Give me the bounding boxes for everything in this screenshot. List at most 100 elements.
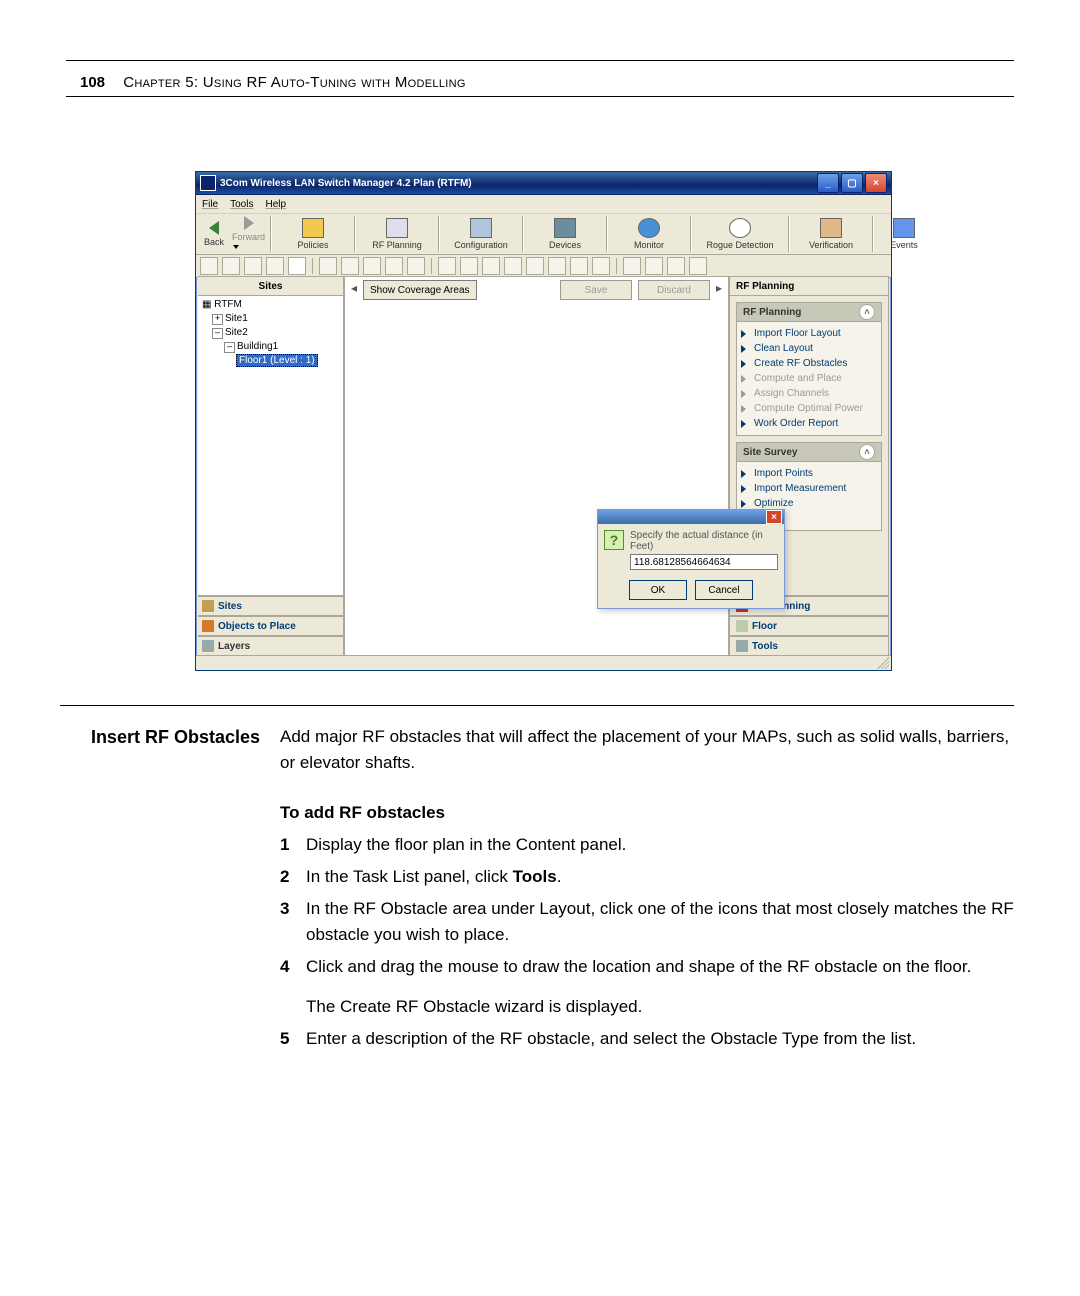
menu-tools[interactable]: Tools <box>230 199 253 210</box>
floor-icon <box>736 620 748 632</box>
toolbar-icon[interactable] <box>222 257 240 275</box>
splitter-handle-left[interactable]: ◂ <box>351 281 357 299</box>
step-5: Enter a description of the RF obstacle, … <box>280 1026 1014 1052</box>
task-import-floor-layout[interactable]: Import Floor Layout <box>741 326 877 341</box>
site-survey-section-header[interactable]: Site Survey ˄ <box>736 442 882 462</box>
distance-input[interactable] <box>630 554 778 570</box>
left-tab-sites[interactable]: Sites <box>198 596 344 616</box>
dialog-cancel-button[interactable]: Cancel <box>695 580 753 600</box>
toolbar-icon[interactable] <box>504 257 522 275</box>
nav-monitor[interactable]: Monitor <box>610 214 688 254</box>
triangle-icon <box>741 360 750 368</box>
left-tab-layers[interactable]: Layers <box>198 636 344 656</box>
subsection-heading: To add RF obstacles <box>280 800 1014 826</box>
dialog-label: Specify the actual distance (in Feet) <box>630 530 778 552</box>
task-import-measurement[interactable]: Import Measurement <box>741 481 877 496</box>
tree-node-site1[interactable]: +Site1 <box>200 312 341 326</box>
arrow-left-icon <box>206 221 222 235</box>
tree-node-site2[interactable]: –Site2 <box>200 326 341 340</box>
task-import-points[interactable]: Import Points <box>741 466 877 481</box>
toolbar-icon[interactable] <box>288 257 306 275</box>
toolbar-icon[interactable] <box>266 257 284 275</box>
resize-grip[interactable] <box>877 657 889 669</box>
dialog-ok-button[interactable]: OK <box>629 580 687 600</box>
toolbar-icon[interactable] <box>200 257 218 275</box>
toolbar-icon[interactable] <box>385 257 403 275</box>
discard-button: Discard <box>638 280 710 300</box>
left-pane: Sites ▦ RTFM +Site1 –Site2 –Building1 Fl… <box>198 276 345 656</box>
body-content: Insert RF Obstacles Add major RF obstacl… <box>60 705 1014 1052</box>
nav-rogue-label: Rogue Detection <box>706 240 773 250</box>
nav-policies[interactable]: Policies <box>274 214 352 254</box>
status-bar <box>196 655 891 670</box>
minimize-button[interactable]: _ <box>817 173 839 193</box>
nav-rf-planning[interactable]: RF Planning <box>358 214 436 254</box>
back-label: Back <box>204 237 224 247</box>
policies-icon <box>302 218 324 238</box>
nav-verification[interactable]: Verification <box>792 214 870 254</box>
page-number: 108 <box>80 74 105 91</box>
menu-help[interactable]: Help <box>265 199 286 210</box>
zoom-out-icon[interactable] <box>341 257 359 275</box>
nav-configuration[interactable]: Configuration <box>442 214 520 254</box>
section-heading: Insert RF Obstacles <box>60 724 260 1052</box>
toolbar-icon[interactable] <box>526 257 544 275</box>
toolbar-icon[interactable] <box>363 257 381 275</box>
dialog-close-button[interactable]: × <box>766 510 782 524</box>
task-list-header: RF Planning <box>729 276 889 296</box>
tree-node-root[interactable]: ▦ RTFM <box>200 298 341 312</box>
step-2: In the Task List panel, click Tools. <box>280 864 1014 890</box>
menu-file[interactable]: File <box>202 199 218 210</box>
splitter-handle-right[interactable]: ▸ <box>716 281 722 299</box>
chevron-up-icon[interactable]: ˄ <box>859 304 875 320</box>
nav-devices[interactable]: Devices <box>526 214 604 254</box>
triangle-icon <box>741 375 750 383</box>
step-1: Display the floor plan in the Content pa… <box>280 832 1014 858</box>
task-create-rf-obstacles[interactable]: Create RF Obstacles <box>741 356 877 371</box>
toolbar-icon[interactable] <box>592 257 610 275</box>
content-panel: ◂ Show Coverage Areas Save Discard ▸ × ? <box>345 276 729 656</box>
task-clean-layout[interactable]: Clean Layout <box>741 341 877 356</box>
triangle-icon <box>741 330 750 338</box>
close-button[interactable]: × <box>865 173 887 193</box>
verification-icon <box>820 218 842 238</box>
toolbar-icon[interactable] <box>482 257 500 275</box>
section-paragraph: Add major RF obstacles that will affect … <box>280 724 1014 776</box>
triangle-icon <box>741 405 750 413</box>
chevron-up-icon[interactable]: ˄ <box>859 444 875 460</box>
toolbar-icon[interactable] <box>407 257 425 275</box>
right-tab-tools[interactable]: Tools <box>729 636 889 656</box>
toolbar-icon[interactable] <box>667 257 685 275</box>
nav-events[interactable]: Events <box>876 214 932 254</box>
forward-button: Forward <box>232 214 268 254</box>
tree-node-floor1[interactable]: Floor1 (Level : 1) <box>200 354 341 368</box>
toolbar-icon[interactable] <box>623 257 641 275</box>
zoom-in-icon[interactable] <box>319 257 337 275</box>
title-bar[interactable]: 3Com Wireless LAN Switch Manager 4.2 Pla… <box>196 172 891 195</box>
nav-rogue-detection[interactable]: Rogue Detection <box>694 214 786 254</box>
nav-rf-planning-label: RF Planning <box>372 240 422 250</box>
tree-node-building1[interactable]: –Building1 <box>200 340 341 354</box>
toolbar-icon[interactable] <box>460 257 478 275</box>
right-tab-floor[interactable]: Floor <box>729 616 889 636</box>
sites-panel-header: Sites <box>198 276 344 296</box>
steps-list: Display the floor plan in the Content pa… <box>280 832 1014 1052</box>
show-coverage-areas-button[interactable]: Show Coverage Areas <box>363 280 477 300</box>
maximize-button[interactable]: ▢ <box>841 173 863 193</box>
task-work-order-report[interactable]: Work Order Report <box>741 416 877 431</box>
rf-planning-icon <box>386 218 408 238</box>
toolbar-icon[interactable] <box>548 257 566 275</box>
forward-label: Forward <box>232 232 268 252</box>
toolbar-icon[interactable] <box>244 257 262 275</box>
left-tab-objects-to-place[interactable]: Objects to Place <box>198 616 344 636</box>
nav-devices-label: Devices <box>549 240 581 250</box>
toolbar-icon[interactable] <box>438 257 456 275</box>
toolbar-icon[interactable] <box>689 257 707 275</box>
sites-tree[interactable]: ▦ RTFM +Site1 –Site2 –Building1 Floor1 (… <box>198 296 344 596</box>
nav-configuration-label: Configuration <box>454 240 508 250</box>
rf-planning-section-header[interactable]: RF Planning ˄ <box>736 302 882 322</box>
nav-monitor-label: Monitor <box>634 240 664 250</box>
back-button[interactable]: Back <box>196 214 232 254</box>
toolbar-icon[interactable] <box>570 257 588 275</box>
toolbar-icon[interactable] <box>645 257 663 275</box>
